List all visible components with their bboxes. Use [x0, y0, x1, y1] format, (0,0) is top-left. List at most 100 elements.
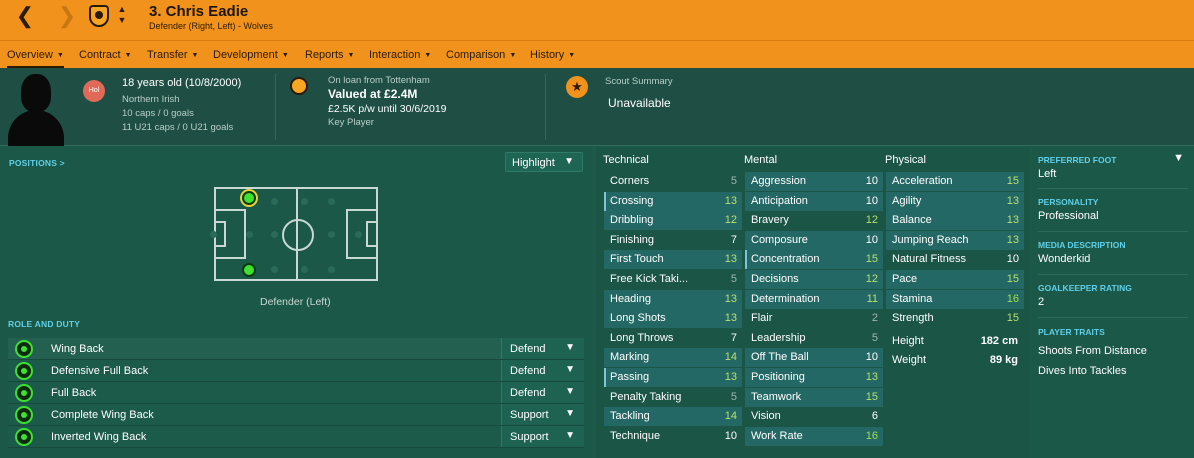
attribute-row[interactable]: Composure 10	[745, 230, 883, 250]
duty-dropdown[interactable]: Support ▼	[501, 404, 584, 425]
wolves-crest-icon[interactable]	[89, 5, 109, 27]
attribute-row[interactable]: Concentration 15	[745, 250, 883, 270]
role-row[interactable]: Wing Back Defend ▼	[8, 338, 584, 360]
player-switch-icon[interactable]: ▲ ▼	[116, 4, 128, 26]
attribute-row[interactable]: Heading 13	[604, 289, 742, 309]
attribute-value: 5	[730, 175, 737, 187]
attribute-row[interactable]: Passing 13	[604, 368, 742, 387]
attribute-row[interactable]: Strength 15	[886, 309, 1024, 328]
player-trait[interactable]: Shoots From Distance	[1038, 345, 1147, 357]
role-row[interactable]: Defensive Full Back Defend ▼	[8, 360, 584, 382]
role-row[interactable]: Full Back Defend ▼	[8, 382, 584, 404]
position-dot[interactable]	[271, 198, 278, 205]
menu-transfer[interactable]: Transfer ▼	[147, 49, 198, 61]
attribute-row[interactable]: Acceleration 15	[886, 172, 1024, 191]
duty-dropdown[interactable]: Defend ▼	[501, 360, 584, 381]
attribute-row[interactable]: Technique 10	[604, 427, 742, 446]
attribute-row[interactable]: Decisions 12	[745, 270, 883, 289]
highlight-dropdown[interactable]: Highlight ▼	[505, 152, 583, 172]
attribute-row[interactable]: Penalty Taking 5	[604, 388, 742, 407]
menu-interaction[interactable]: Interaction ▼	[369, 49, 431, 61]
menu-reports[interactable]: Reports ▼	[305, 49, 354, 61]
attribute-name: Technique	[610, 429, 661, 442]
weight-row: Weight 89 kg	[884, 352, 1026, 370]
position-dot[interactable]	[355, 231, 362, 238]
attribute-row[interactable]: Tackling 14	[604, 407, 742, 427]
attribute-name: Heading	[610, 292, 651, 305]
positions-link[interactable]: POSITIONS >	[9, 158, 65, 168]
chevron-down-icon: ▼	[565, 342, 575, 353]
attribute-row[interactable]: Long Throws 7	[604, 329, 742, 348]
position-dot[interactable]	[328, 231, 335, 238]
weight-label: Weight	[892, 354, 927, 366]
attribute-name: Teamwork	[751, 390, 802, 403]
attribute-name: Long Throws	[610, 331, 674, 344]
attribute-row[interactable]: Determination 11	[745, 289, 883, 309]
duty-dropdown[interactable]: Support ▼	[501, 426, 584, 447]
attribute-value: 5	[871, 331, 878, 344]
menu-history[interactable]: History ▼	[530, 49, 575, 61]
menu-contract[interactable]: Contract ▼	[79, 49, 132, 61]
role-row[interactable]: Complete Wing Back Support ▼	[8, 404, 584, 426]
attribute-row[interactable]: Balance 13	[886, 211, 1024, 231]
position-dot[interactable]	[271, 266, 278, 273]
attribute-row[interactable]: Flair 2	[745, 309, 883, 328]
duty-dropdown[interactable]: Defend ▼	[501, 338, 584, 359]
media-description-value: Wonderkid	[1038, 253, 1091, 265]
position-dot[interactable]	[301, 266, 308, 273]
attribute-row[interactable]: Aggression 10	[745, 172, 883, 191]
position-marker-natural[interactable]	[242, 263, 256, 277]
position-dot[interactable]	[328, 266, 335, 273]
personality-label: PERSONALITY	[1038, 197, 1099, 207]
attribute-row[interactable]: Leadership 5	[745, 329, 883, 348]
attribute-row[interactable]: Work Rate 16	[745, 426, 883, 446]
preferred-foot-label: PREFERRED FOOT	[1038, 155, 1117, 165]
role-row[interactable]: Inverted Wing Back Support ▼	[8, 426, 584, 448]
attribute-row[interactable]: Off The Ball 10	[745, 348, 883, 368]
attribute-row[interactable]: Anticipation 10	[745, 191, 883, 211]
attribute-row[interactable]: Pace 15	[886, 270, 1024, 289]
player-nationality[interactable]: Northern Irish	[122, 94, 180, 105]
position-dot[interactable]	[271, 231, 278, 238]
position-dot[interactable]	[210, 231, 217, 238]
menu-comparison[interactable]: Comparison ▼	[446, 49, 516, 61]
chevron-down-icon[interactable]: ▼	[1173, 152, 1184, 164]
attribute-row[interactable]: Long Shots 13	[604, 309, 742, 329]
attribute-value: 16	[865, 429, 878, 442]
attribute-row[interactable]: Natural Fitness 10	[886, 250, 1024, 269]
attribute-row[interactable]: Teamwork 15	[745, 387, 883, 407]
attribute-row[interactable]: Vision 6	[745, 407, 883, 426]
menu-label: History	[530, 49, 565, 61]
position-marker-natural[interactable]	[242, 191, 256, 205]
club-crest-icon[interactable]	[290, 77, 308, 95]
attribute-row[interactable]: Free Kick Taki... 5	[604, 270, 742, 289]
menu-label: Reports	[305, 49, 344, 61]
attribute-row[interactable]: Agility 13	[886, 191, 1024, 211]
attribute-row[interactable]: Corners 5	[604, 172, 742, 191]
chevron-down-icon: ▼	[565, 364, 575, 375]
attribute-row[interactable]: Finishing 7	[604, 231, 742, 250]
attribute-name: Dribbling	[610, 214, 654, 227]
attribute-row[interactable]: Crossing 13	[604, 191, 742, 211]
position-dot[interactable]	[328, 198, 335, 205]
goalkeeper-rating-value: 2	[1038, 296, 1045, 308]
attribute-row[interactable]: Jumping Reach 13	[886, 230, 1024, 250]
menu-development[interactable]: Development ▼	[213, 49, 289, 61]
attribute-row[interactable]: Bravery 12	[745, 211, 883, 230]
loan-status[interactable]: On loan from Tottenham	[328, 75, 430, 86]
menu-overview[interactable]: Overview ▼	[7, 49, 64, 68]
attribute-value: 12	[865, 214, 878, 227]
forward-arrow-icon[interactable]: ❯	[56, 5, 78, 28]
attribute-row[interactable]: Marking 14	[604, 348, 742, 368]
back-arrow-icon[interactable]: ❮	[14, 5, 36, 28]
attribute-row[interactable]: First Touch 13	[604, 250, 742, 270]
attribute-value: 10	[865, 351, 878, 364]
attribute-row[interactable]: Positioning 13	[745, 368, 883, 387]
attribute-row[interactable]: Stamina 16	[886, 289, 1024, 309]
position-dot[interactable]	[246, 231, 253, 238]
position-dot[interactable]	[301, 198, 308, 205]
attribute-row[interactable]: Dribbling 12	[604, 211, 742, 231]
status-badge[interactable]: Hol	[83, 80, 105, 102]
duty-dropdown[interactable]: Defend ▼	[501, 382, 584, 403]
player-trait[interactable]: Dives Into Tackles	[1038, 365, 1126, 377]
